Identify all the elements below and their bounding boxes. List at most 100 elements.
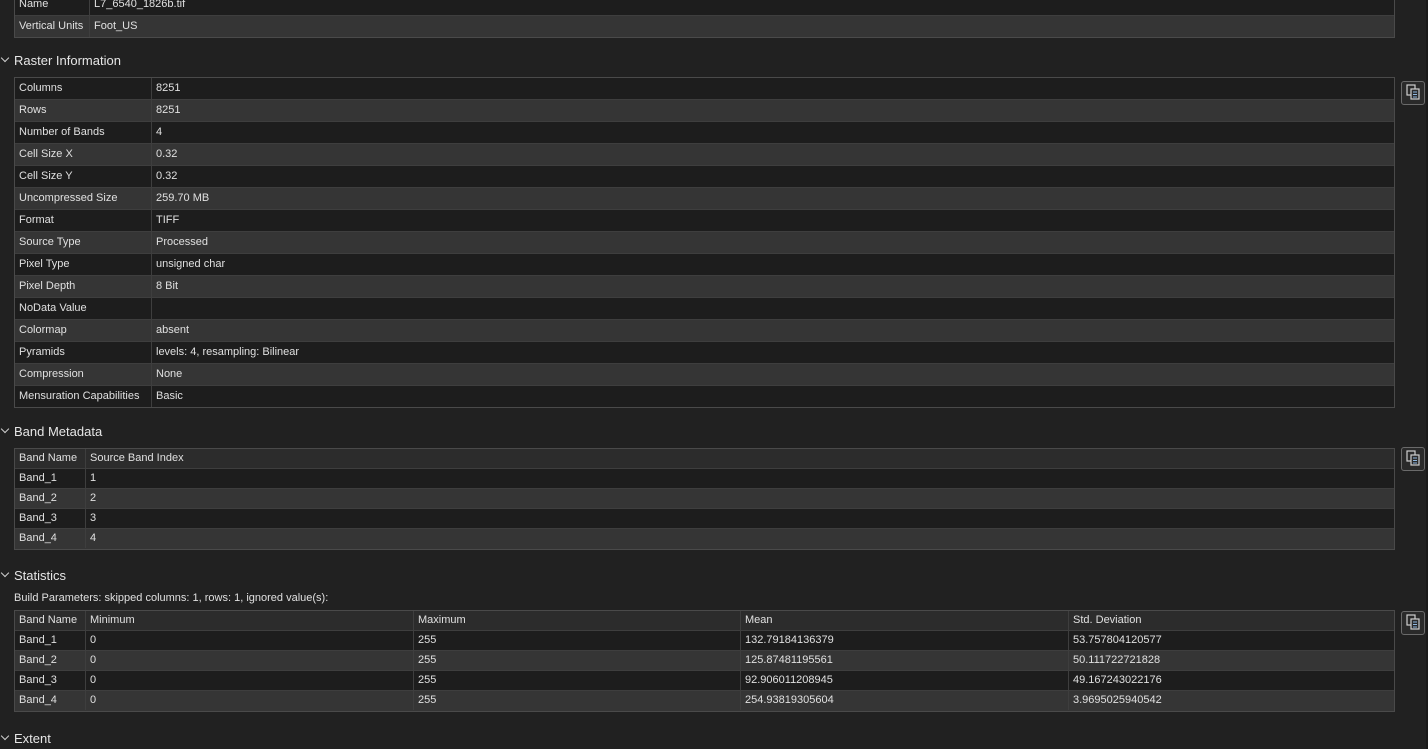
band-metadata-table: Band Name Source Band Index Band_1 1 Band_2 2… <box>14 448 1395 550</box>
column-header[interactable]: Std. Deviation <box>1069 611 1394 630</box>
table-cell: 53.757804120577 <box>1073 634 1162 646</box>
table-row: Compression None <box>15 364 1394 386</box>
table-row: Band_2 2 <box>15 489 1394 509</box>
table-cell: Band_2 <box>15 651 86 670</box>
table-row: Band_3 3 <box>15 509 1394 529</box>
table-cell: Band_1 <box>15 631 86 650</box>
table-cell: 255 <box>414 631 741 650</box>
row-key: Cell Size X <box>15 144 152 165</box>
row-key: Mensuration Capabilities <box>15 386 152 407</box>
section-extent[interactable]: Extent <box>0 728 51 748</box>
row-key: Pixel Depth <box>15 276 152 297</box>
table-row: Colormap absent <box>15 320 1394 342</box>
table-row: Band_1 0 255 132.79184136379 53.757804120577 <box>15 631 1394 651</box>
row-value: levels: 4, resampling: Bilinear <box>156 346 300 358</box>
table-row: Band_2 0 255 125.87481195561 50.111722721828 <box>15 651 1394 671</box>
row-value: absent <box>156 324 190 336</box>
raster-information-table: Columns 8251 Rows 8251 Number of Bands 4 Cell … <box>14 77 1395 408</box>
table-cell: 3 <box>90 512 97 524</box>
row-value: 0.32 <box>156 148 178 160</box>
table-row: Name L7_6540_1826b.tif <box>15 0 1394 16</box>
table-cell: 125.87481195561 <box>741 651 1069 670</box>
column-header[interactable]: Maximum <box>414 611 741 630</box>
section-title: Statistics <box>14 567 67 583</box>
section-band-metadata[interactable]: Band Metadata <box>0 421 102 441</box>
row-value: Processed <box>156 236 208 248</box>
table-cell: 255 <box>414 671 741 690</box>
row-key: Columns <box>15 78 152 99</box>
table-header-row: Band Name Minimum Maximum Mean Std. Deviatio… <box>15 611 1394 631</box>
table-row: NoData Value <box>15 298 1394 320</box>
table-row: Format TIFF <box>15 210 1394 232</box>
table-cell: 254.93819305604 <box>741 691 1069 710</box>
row-key: Pyramids <box>15 342 152 363</box>
row-key: Uncompressed Size <box>15 188 152 209</box>
section-raster-information[interactable]: Raster Information <box>0 50 121 70</box>
table-row: Columns 8251 <box>15 78 1394 100</box>
table-cell: 0 <box>86 651 414 670</box>
column-header[interactable]: Source Band Index <box>86 449 1394 468</box>
row-value: Foot_US <box>94 20 138 32</box>
row-value: 8 Bit <box>156 280 179 292</box>
statistics-table: Band Name Minimum Maximum Mean Std. Deviatio… <box>14 610 1395 712</box>
row-value: None <box>156 368 183 380</box>
copy-raster-info-button[interactable] <box>1401 81 1425 105</box>
table-cell: Band_4 <box>15 529 86 548</box>
column-header[interactable]: Minimum <box>86 611 414 630</box>
row-value: TIFF <box>156 214 180 226</box>
row-key: Number of Bands <box>15 122 152 143</box>
copy-icon <box>1405 449 1421 469</box>
row-value: L7_6540_1826b.tif <box>94 0 186 10</box>
row-key: NoData Value <box>15 298 152 319</box>
table-cell: Band_2 <box>15 489 86 508</box>
chevron-down-icon[interactable] <box>0 569 12 581</box>
table-cell: 0 <box>86 671 414 690</box>
table-row: Band_4 4 <box>15 529 1394 549</box>
row-key: Vertical Units <box>15 16 90 37</box>
table-cell: Band_1 <box>15 469 86 488</box>
chevron-down-icon[interactable] <box>0 732 12 744</box>
chevron-down-icon[interactable] <box>0 425 12 437</box>
section-statistics[interactable]: Statistics <box>0 565 66 585</box>
table-cell: Band_3 <box>15 509 86 528</box>
table-header-row: Band Name Source Band Index <box>15 449 1394 469</box>
table-row: Number of Bands 4 <box>15 122 1394 144</box>
table-cell: 92.906011208945 <box>741 671 1069 690</box>
table-row: Cell Size X 0.32 <box>15 144 1394 166</box>
table-cell: 2 <box>90 492 97 504</box>
column-header[interactable]: Band Name <box>15 449 86 468</box>
table-cell: 132.79184136379 <box>741 631 1069 650</box>
row-key: Source Type <box>15 232 152 253</box>
row-key: Rows <box>15 100 152 121</box>
section-title: Band Metadata <box>14 423 103 439</box>
table-cell: 4 <box>90 532 97 544</box>
table-row: Cell Size Y 0.32 <box>15 166 1394 188</box>
table-cell: 49.167243022176 <box>1073 674 1162 686</box>
table-cell: 255 <box>414 691 741 710</box>
column-header[interactable]: Band Name <box>15 611 86 630</box>
general-table: Name L7_6540_1826b.tif Vertical Units Fo… <box>14 0 1395 38</box>
table-row: Uncompressed Size 259.70 MB <box>15 188 1394 210</box>
row-key: Pixel Type <box>15 254 152 275</box>
table-cell: Band_4 <box>15 691 86 710</box>
section-title: Extent <box>14 730 51 746</box>
table-row: Rows 8251 <box>15 100 1394 122</box>
table-cell: 1 <box>90 472 97 484</box>
build-parameters-text: Build Parameters: skipped columns: 1, ro… <box>14 592 329 604</box>
table-row: Band_4 0 255 254.93819305604 3.9695025940542 <box>15 691 1394 711</box>
row-value: Basic <box>156 390 183 402</box>
copy-statistics-button[interactable] <box>1401 611 1425 635</box>
chevron-down-icon[interactable] <box>0 54 12 66</box>
row-value: 4 <box>156 126 163 138</box>
row-key: Colormap <box>15 320 152 341</box>
row-key: Format <box>15 210 152 231</box>
table-cell: 3.9695025940542 <box>1073 694 1162 706</box>
copy-icon <box>1405 613 1421 633</box>
copy-band-metadata-button[interactable] <box>1401 447 1425 471</box>
row-value: 0.32 <box>156 170 178 182</box>
row-value: 8251 <box>156 82 181 94</box>
row-value <box>152 298 1394 319</box>
table-row: Vertical Units Foot_US <box>15 16 1394 37</box>
column-header[interactable]: Mean <box>741 611 1069 630</box>
table-cell: 255 <box>414 651 741 670</box>
